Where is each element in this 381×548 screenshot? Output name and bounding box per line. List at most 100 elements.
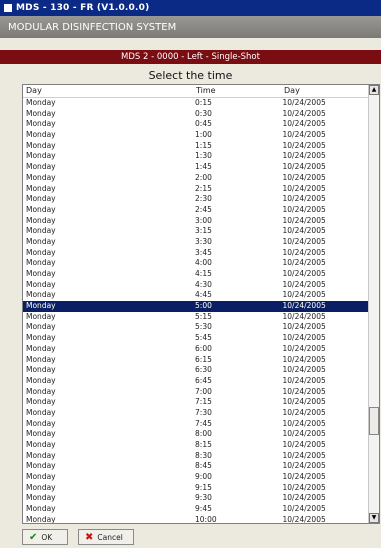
app-header: MODULAR DISINFECTION SYSTEM xyxy=(0,16,381,38)
time-cell: 9:30 xyxy=(195,493,212,503)
time-cell: 6:30 xyxy=(195,365,212,375)
date-cell: 10/24/2005 xyxy=(282,472,326,482)
date-cell: 10/24/2005 xyxy=(282,258,326,268)
table-row[interactable]: Monday 2:15 10/24/2005 xyxy=(23,184,369,195)
day-cell: Monday xyxy=(26,236,56,246)
column-header-date[interactable]: Day xyxy=(281,85,371,97)
time-cell: 8:00 xyxy=(195,429,212,439)
day-cell: Monday xyxy=(26,504,56,514)
table-row[interactable]: Monday 4:30 10/24/2005 xyxy=(23,280,369,291)
table-row[interactable]: Monday 6:15 10/24/2005 xyxy=(23,355,369,366)
column-header-time[interactable]: Time xyxy=(193,85,281,97)
table-row[interactable]: Monday 3:15 10/24/2005 xyxy=(23,226,369,237)
day-cell: Monday xyxy=(26,140,56,150)
window-title: MDS - 130 - FR (V1.0.0.0) xyxy=(16,3,150,13)
ok-button[interactable]: ✔ OK xyxy=(22,529,68,545)
table-row[interactable]: Monday 2:30 10/24/2005 xyxy=(23,194,369,205)
table-row[interactable]: Monday 7:45 10/24/2005 xyxy=(23,419,369,430)
date-cell: 10/24/2005 xyxy=(282,140,326,150)
day-cell: Monday xyxy=(26,269,56,278)
day-cell: Monday xyxy=(26,301,56,311)
date-cell: 10/24/2005 xyxy=(282,162,326,172)
day-cell: Monday xyxy=(26,418,56,428)
table-row[interactable]: Monday 5:45 10/24/2005 xyxy=(23,333,369,344)
table-row[interactable]: Monday 7:30 10/24/2005 xyxy=(23,408,369,419)
time-cell: 0:15 xyxy=(195,98,212,107)
day-cell: Monday xyxy=(26,333,56,343)
date-cell: 10/24/2005 xyxy=(282,279,326,289)
date-cell: 10/24/2005 xyxy=(282,226,326,236)
date-cell: 10/24/2005 xyxy=(282,440,326,449)
table-row[interactable]: Monday 6:45 10/24/2005 xyxy=(23,376,369,387)
time-cell: 3:30 xyxy=(195,236,212,246)
vertical-scrollbar[interactable]: ▲ ▼ xyxy=(368,85,379,523)
cancel-button-label: Cancel xyxy=(97,532,123,542)
table-row[interactable]: Monday 3:45 10/24/2005 xyxy=(23,248,369,259)
scroll-up-icon[interactable]: ▲ xyxy=(369,85,379,95)
table-row[interactable]: Monday 7:00 10/24/2005 xyxy=(23,387,369,398)
table-row[interactable]: Monday 0:45 10/24/2005 xyxy=(23,119,369,130)
table-row[interactable]: Monday 8:45 10/24/2005 xyxy=(23,461,369,472)
time-cell: 4:15 xyxy=(195,269,212,278)
day-cell: Monday xyxy=(26,450,56,460)
table-row[interactable]: Monday 1:45 10/24/2005 xyxy=(23,162,369,173)
scroll-thumb[interactable] xyxy=(369,407,379,435)
table-row[interactable]: Monday 4:00 10/24/2005 xyxy=(23,258,369,269)
scroll-down-icon[interactable]: ▼ xyxy=(369,513,379,523)
table-row[interactable]: Monday 9:00 10/24/2005 xyxy=(23,472,369,483)
date-cell: 10/24/2005 xyxy=(282,333,326,343)
time-cell: 3:45 xyxy=(195,247,212,257)
time-cell: 7:45 xyxy=(195,418,212,428)
time-table[interactable]: Day Time Day Monday 0:15 10/24/2005 Monday 0… xyxy=(22,84,380,524)
day-cell: Monday xyxy=(26,375,56,385)
time-cell: 2:45 xyxy=(195,204,212,214)
table-row[interactable]: Monday 3:30 10/24/2005 xyxy=(23,237,369,248)
info-bar-text: MDS 2 - 0000 - Left - Single-Shot xyxy=(121,52,260,62)
table-row[interactable]: Monday 5:15 10/24/2005 xyxy=(23,312,369,323)
x-icon: ✖ xyxy=(85,531,94,543)
table-row-selected[interactable]: Monday 5:00 10/24/2005 xyxy=(23,301,369,312)
date-cell: 10/24/2005 xyxy=(282,301,326,311)
cancel-button[interactable]: ✖ Cancel xyxy=(78,529,134,545)
table-row[interactable]: Monday 6:00 10/24/2005 xyxy=(23,344,369,355)
time-cell: 0:30 xyxy=(195,108,212,118)
table-row[interactable]: Monday 5:30 10/24/2005 xyxy=(23,322,369,333)
time-cell: 7:30 xyxy=(195,407,212,417)
date-cell: 10/24/2005 xyxy=(282,119,326,129)
table-row[interactable]: Monday 2:45 10/24/2005 xyxy=(23,205,369,216)
table-row[interactable]: Monday 2:00 10/24/2005 xyxy=(23,173,369,184)
date-cell: 10/24/2005 xyxy=(282,108,326,118)
table-row[interactable]: Monday 0:30 10/24/2005 xyxy=(23,109,369,120)
date-cell: 10/24/2005 xyxy=(282,215,326,225)
time-cell: 1:00 xyxy=(195,130,212,140)
time-cell: 8:15 xyxy=(195,440,212,449)
day-cell: Monday xyxy=(26,172,56,182)
check-icon: ✔ xyxy=(29,531,38,543)
table-row[interactable]: Monday 9:15 10/24/2005 xyxy=(23,483,369,494)
table-row[interactable]: Monday 10:00 10/24/2005 xyxy=(23,515,369,523)
column-header-day[interactable]: Day xyxy=(23,85,193,97)
date-cell: 10/24/2005 xyxy=(282,354,326,364)
day-cell: Monday xyxy=(26,290,56,300)
table-row[interactable]: Monday 8:15 10/24/2005 xyxy=(23,440,369,451)
table-row[interactable]: Monday 4:15 10/24/2005 xyxy=(23,269,369,280)
day-cell: Monday xyxy=(26,365,56,375)
table-row[interactable]: Monday 1:00 10/24/2005 xyxy=(23,130,369,141)
table-row[interactable]: Monday 9:30 10/24/2005 xyxy=(23,493,369,504)
day-cell: Monday xyxy=(26,397,56,407)
table-row[interactable]: Monday 1:30 10/24/2005 xyxy=(23,151,369,162)
ok-button-label: OK xyxy=(41,532,53,542)
day-cell: Monday xyxy=(26,440,56,449)
table-row[interactable]: Monday 8:30 10/24/2005 xyxy=(23,451,369,462)
table-row[interactable]: Monday 6:30 10/24/2005 xyxy=(23,365,369,376)
table-row[interactable]: Monday 9:45 10/24/2005 xyxy=(23,504,369,515)
table-row[interactable]: Monday 1:15 10/24/2005 xyxy=(23,141,369,152)
table-row[interactable]: Monday 8:00 10/24/2005 xyxy=(23,429,369,440)
table-row[interactable]: Monday 3:00 10/24/2005 xyxy=(23,216,369,227)
table-row[interactable]: Monday 7:15 10/24/2005 xyxy=(23,397,369,408)
window-titlebar[interactable]: MDS - 130 - FR (V1.0.0.0) xyxy=(0,0,381,16)
table-row[interactable]: Monday 4:45 10/24/2005 xyxy=(23,290,369,301)
time-cell: 0:45 xyxy=(195,119,212,129)
table-row[interactable]: Monday 0:15 10/24/2005 xyxy=(23,98,369,109)
day-cell: Monday xyxy=(26,226,56,236)
